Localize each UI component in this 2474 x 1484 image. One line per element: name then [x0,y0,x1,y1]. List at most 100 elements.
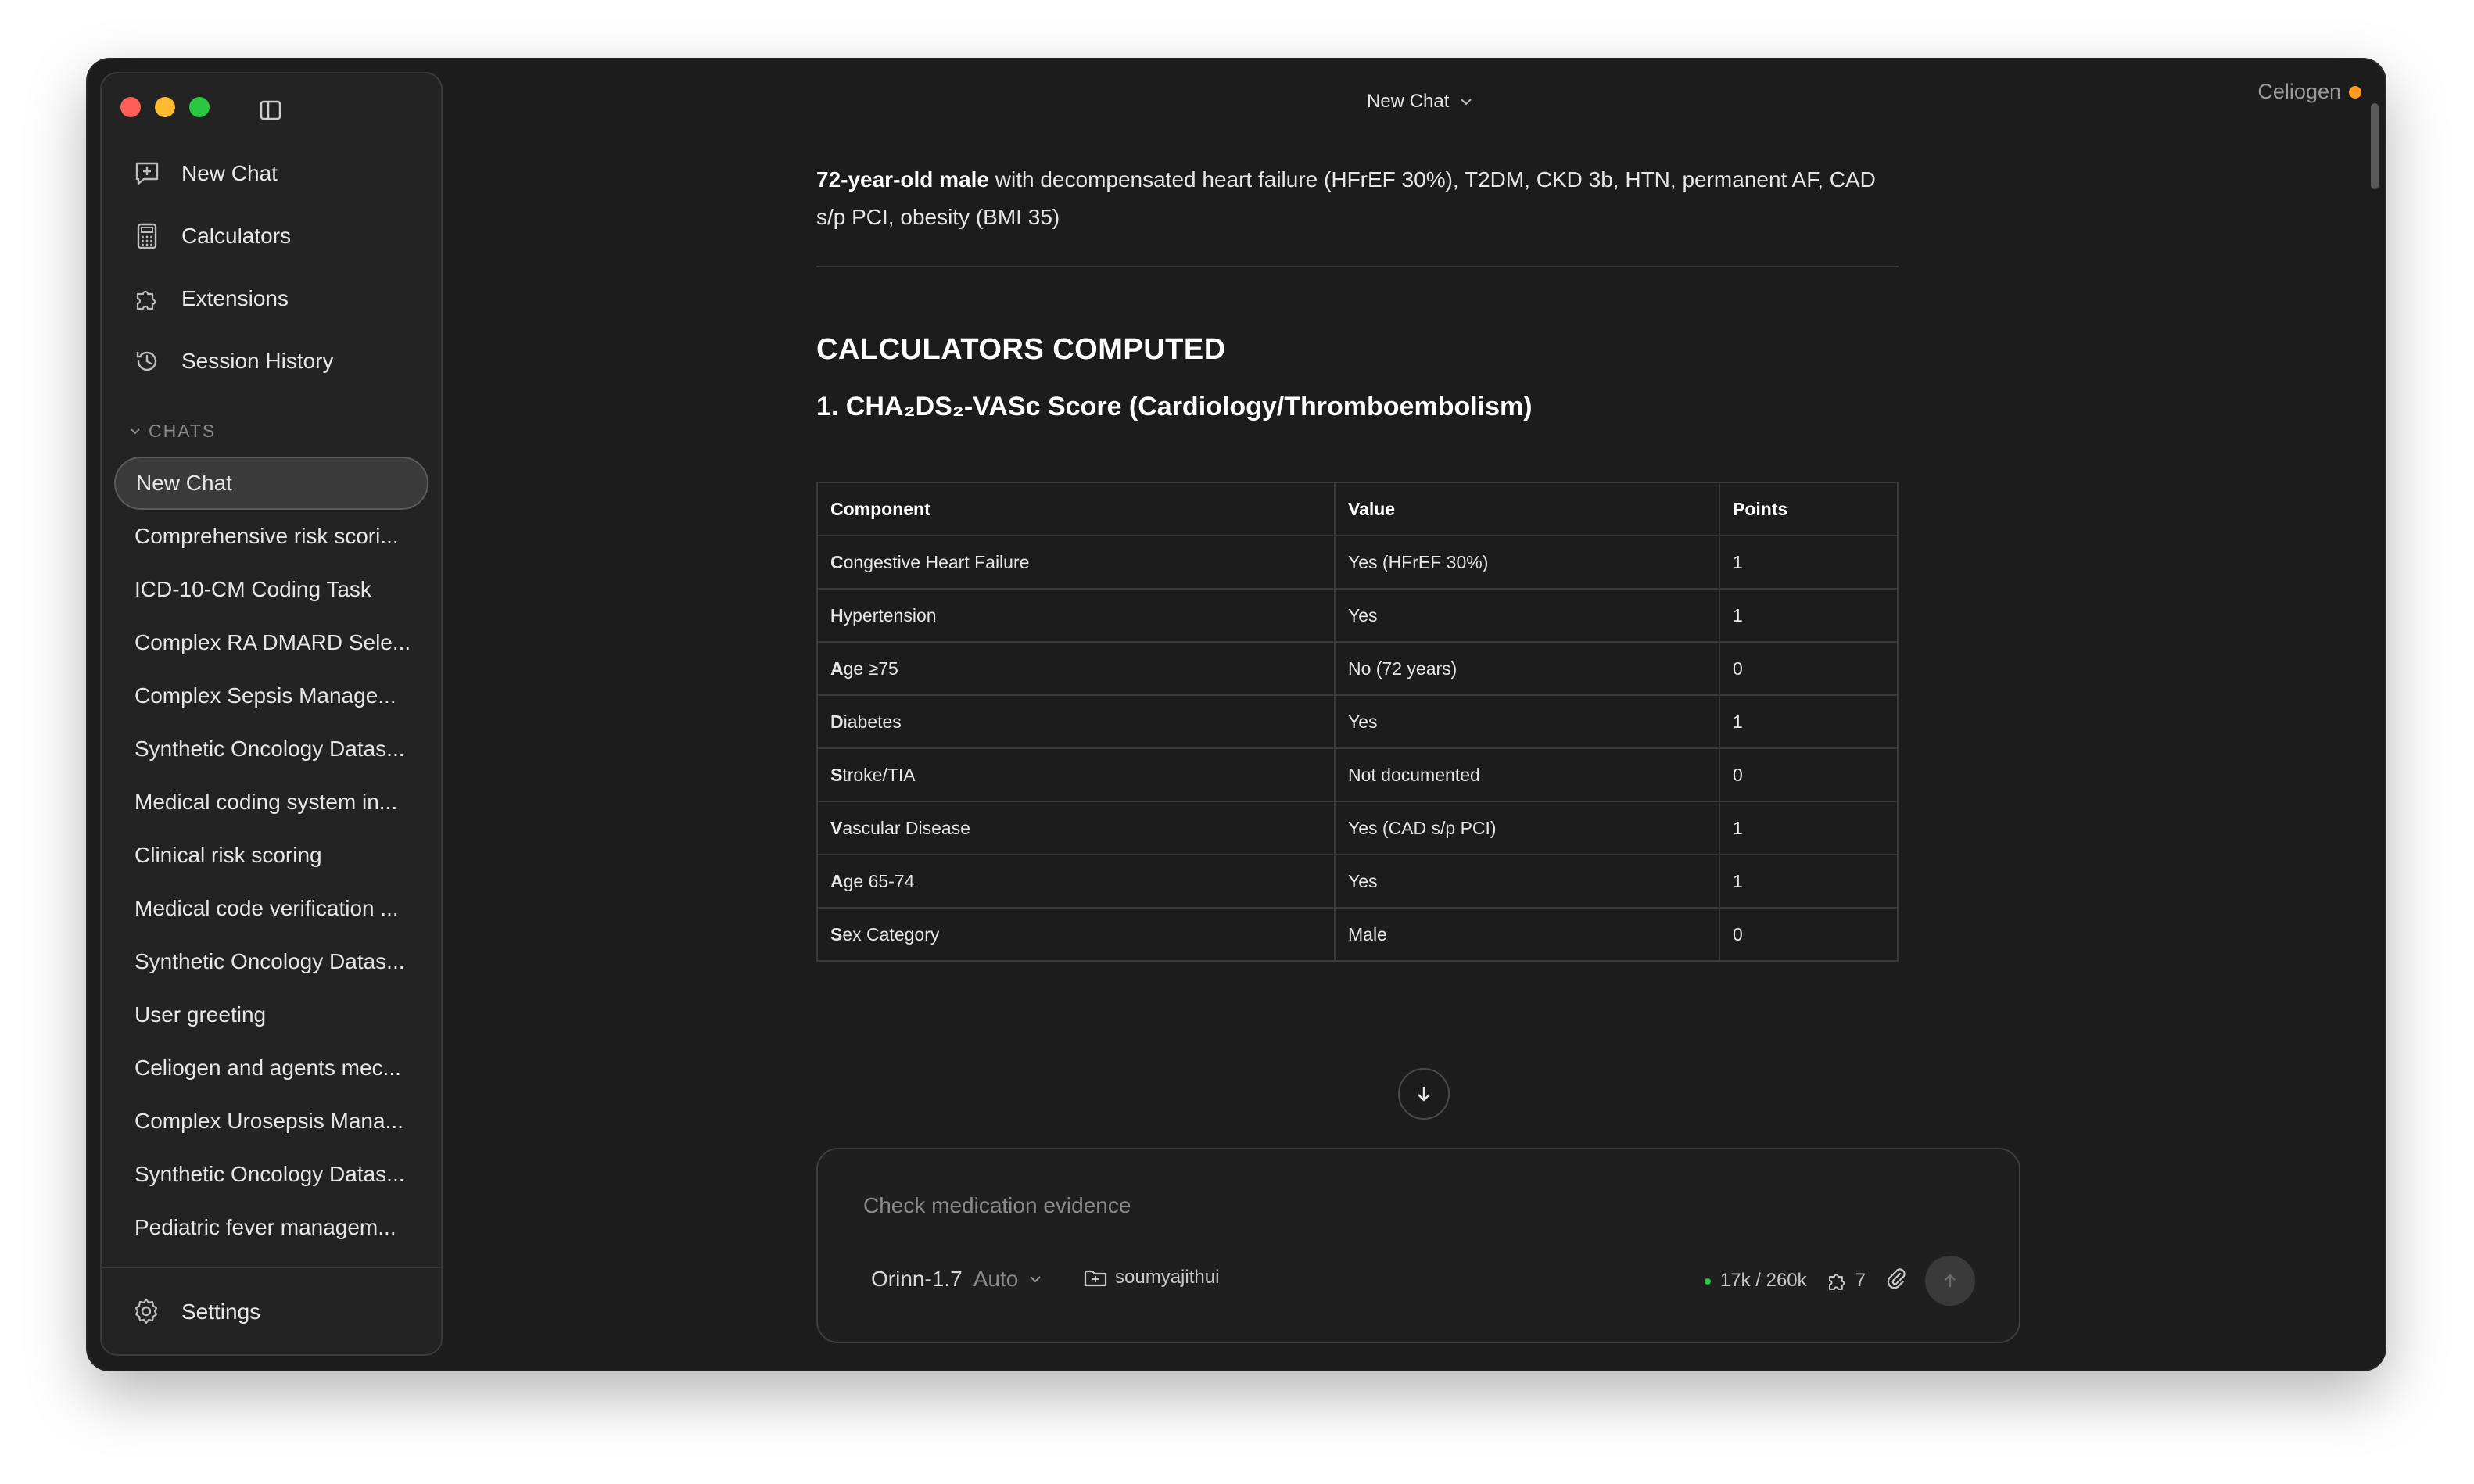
value-cell: Yes [1334,694,1720,749]
value-cell: Male [1334,907,1720,962]
extensions-count-button[interactable]: 7 [1826,1269,1866,1292]
chat-item[interactable]: Complex Sepsis Manage... [114,669,428,722]
scrollbar[interactable] [2371,103,2379,189]
chat-item[interactable]: ICD-10-CM Coding Task [114,563,428,616]
chat-item[interactable]: Pediatric fever managem... [114,1201,428,1254]
chat-item[interactable]: Comprehensive risk scori... [114,510,428,563]
points-cell: 0 [1719,907,1899,962]
chat-item[interactable]: Complex Urosepsis Mana... [114,1095,428,1148]
puzzle-icon [131,283,163,314]
value-cell: Yes (CAD s/p PCI) [1334,801,1720,855]
chat-item[interactable]: Medical code verification ... [114,882,428,935]
maximize-window-button[interactable] [189,97,210,117]
chat-title-dropdown[interactable]: New Chat [1367,91,1472,113]
calculator-icon [131,220,163,252]
app-window: New Chat Calculators Extensions Session … [88,59,2385,1370]
calculator-heading: 1. CHA₂DS₂-VASc Score (Cardiology/Thromb… [816,392,1533,421]
component-cell: Congestive Heart Failure [816,535,1336,590]
nav-label: Calculators [181,224,292,248]
chat-list: New Chat Comprehensive risk scori... ICD… [114,457,428,1254]
chat-item[interactable]: Clinical risk scoring [114,829,428,882]
model-selector[interactable]: Orinn-1.7 Auto [871,1267,1042,1292]
component-initial: S [830,923,843,945]
column-header: Component [816,482,1336,536]
model-name: Orinn-1.7 [871,1267,963,1291]
component-text: ge ≥75 [843,658,898,679]
component-cell: Hypertension [816,588,1336,643]
chat-item[interactable]: Complex RA DMARD Sele... [114,616,428,669]
window-controls [120,97,210,117]
component-initial: A [830,658,844,679]
attach-button[interactable] [1884,1267,1906,1296]
chat-item[interactable]: Celiogen and agents mec... [114,1041,428,1095]
points-cell: 0 [1719,747,1899,802]
chevron-down-icon [1461,99,1472,106]
chevron-down-icon [1030,1276,1042,1283]
nav-new-chat[interactable]: New Chat [131,142,425,205]
value-cell: Not documented [1334,747,1720,802]
settings-label: Settings [181,1299,261,1324]
table-row: Sex Category Male 0 [816,907,1899,962]
chat-item[interactable]: New Chat [114,457,428,510]
nav-session-history[interactable]: Session History [131,330,425,393]
value-cell: Yes (HFrEF 30%) [1334,535,1720,590]
value-cell: Yes [1334,588,1720,643]
component-text: iabetes [843,711,902,732]
points-cell: 1 [1719,801,1899,855]
nav-label: Session History [181,349,334,373]
component-cell: Age 65-74 [816,854,1336,909]
table-row: Vascular Disease Yes (CAD s/p PCI) 1 [816,801,1899,855]
nav-label: Extensions [181,286,289,310]
points-cell: 1 [1719,694,1899,749]
component-cell: Vascular Disease [816,801,1336,855]
column-header: Points [1719,482,1899,536]
token-usage-text: 17k / 260k [1719,1270,1807,1291]
divider [816,266,1899,267]
patient-summary: 72-year-old male with decompensated hear… [816,161,1899,236]
sidebar-toggle-icon[interactable] [260,100,281,120]
component-text: ex Category [842,923,940,945]
nav-calculators[interactable]: Calculators [131,205,425,267]
component-cell: Age ≥75 [816,641,1336,696]
component-initial: V [830,817,843,838]
component-initial: A [830,870,844,891]
send-button[interactable] [1925,1256,1975,1306]
nav-extensions[interactable]: Extensions [131,267,425,330]
component-initial: H [830,604,844,626]
folder-name: soumyajithui [1115,1267,1220,1288]
component-text: ge 65-74 [843,870,915,891]
chevron-down-icon [131,428,140,434]
history-icon [131,346,163,377]
patient-summary-bold: 72-year-old male [816,167,989,192]
chats-section-toggle[interactable]: CHATS [130,421,216,442]
composer-tools: 17k / 260k 7 [1704,1256,1975,1306]
nav-label: New Chat [181,161,278,185]
table-row: Diabetes Yes 1 [816,694,1899,749]
sidebar-nav: New Chat Calculators Extensions Session … [131,142,425,393]
minimize-window-button[interactable] [155,97,175,117]
chat-item[interactable]: User greeting [114,988,428,1041]
status-dot [2349,85,2361,99]
status-dot [1704,1278,1711,1285]
brand-name: Celiogen [2257,80,2341,103]
close-window-button[interactable] [120,97,141,117]
section-heading: CALCULATORS COMPUTED [816,333,1226,366]
settings-button[interactable]: Settings [131,1296,260,1328]
chat-item[interactable]: Synthetic Oncology Datas... [114,935,428,988]
scroll-to-bottom-button[interactable] [1398,1068,1450,1120]
model-mode: Auto [973,1267,1019,1291]
brand: Celiogen [2257,80,2361,104]
message-content: 72-year-old male with decompensated hear… [816,161,1899,962]
workspace-folder-button[interactable]: soumyajithui [1084,1267,1219,1289]
chat-item[interactable]: Medical coding system in... [114,776,428,829]
token-usage: 17k / 260k [1704,1270,1807,1292]
chat-item[interactable]: Synthetic Oncology Datas... [114,1148,428,1201]
folder-icon [1084,1270,1107,1287]
sidebar-footer: Settings [102,1267,441,1354]
score-table: Component Value Points Congestive Heart … [816,482,1899,962]
message-input[interactable] [862,1185,1647,1226]
chat-item[interactable]: Synthetic Oncology Datas... [114,722,428,776]
paperclip-icon [1887,1267,1906,1289]
table-row: Congestive Heart Failure Yes (HFrEF 30%)… [816,535,1899,590]
table-header-row: Component Value Points [816,482,1899,536]
